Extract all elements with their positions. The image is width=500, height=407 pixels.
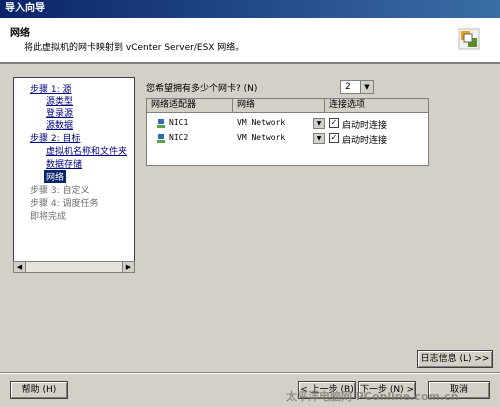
nic-count-value: 2 <box>345 82 351 92</box>
row2-adapter: NIC2 <box>169 133 189 142</box>
nav-source-data[interactable]: 源数据 <box>46 118 73 131</box>
footer-divider-highlight <box>0 373 500 374</box>
network-adapter-icon <box>157 134 165 143</box>
nav-step-3-customize: 步骤 3: 自定义 <box>30 186 90 196</box>
row2-network[interactable]: VM Network <box>237 133 285 142</box>
page-description: 将此虚拟机的网卡映射到 vCenter Server/ESX 网络。 <box>24 43 245 53</box>
column-header-connect-options[interactable]: 连接选项 <box>325 99 428 113</box>
row2-network-dropdown-icon[interactable]: ▼ <box>313 133 325 144</box>
network-adapter-icon <box>157 119 165 128</box>
window-title-bar: 导入向导 <box>0 0 500 18</box>
watermark: 太平洋电脑网 PConline.com.cn <box>286 390 459 403</box>
network-mapping-table: 网络适配器 网络 连接选项 NIC1 VM Network ▼ ✓ 启动时连接 … <box>146 98 429 166</box>
nav-vm-name-folder[interactable]: 虚拟机名称和文件夹 <box>46 144 127 157</box>
nav-ready-to-complete: 即将完成 <box>30 212 67 222</box>
nav-step-4-schedule: 步骤 4: 调度任务 <box>30 199 99 209</box>
row2-connect-label: 启动时连接 <box>342 136 388 146</box>
nav-step-2-target[interactable]: 步骤 2: 目标 <box>30 131 80 144</box>
chevron-down-icon[interactable]: ▼ <box>360 81 373 93</box>
wizard-header: 网络 将此虚拟机的网卡映射到 vCenter Server/ESX 网络。 <box>0 18 500 63</box>
nic-count-select[interactable]: 2 ▼ <box>340 80 374 94</box>
nav-datastore[interactable]: 数据存储 <box>46 157 82 170</box>
window-title: 导入向导 <box>5 3 45 14</box>
log-info-button[interactable]: 日志信息 (L) >> <box>417 350 493 368</box>
page-title: 网络 <box>10 28 30 39</box>
row1-network[interactable]: VM Network <box>237 118 285 127</box>
scroll-right-icon[interactable]: ▶ <box>122 262 134 272</box>
row1-connect-checkbox[interactable]: ✓ <box>329 118 339 128</box>
nav-network-current[interactable]: 网络 <box>44 170 67 183</box>
row1-adapter: NIC1 <box>169 118 189 127</box>
wizard-steps-panel[interactable]: 步骤 1: 源 源类型 登录源 源数据 步骤 2: 目标 虚拟机名称和文件夹 数… <box>13 77 135 272</box>
column-header-adapter[interactable]: 网络适配器 <box>147 99 233 113</box>
vmware-logo-icon <box>458 28 480 50</box>
header-divider <box>0 63 500 64</box>
scroll-left-icon[interactable]: ◀ <box>14 262 26 272</box>
help-button[interactable]: 帮助 (H) <box>10 381 68 399</box>
nav-horizontal-scrollbar[interactable]: ◀ ▶ <box>13 261 135 273</box>
row2-connect-checkbox[interactable]: ✓ <box>329 133 339 143</box>
nic-count-label: 您希望拥有多少个网卡? (N) <box>146 84 258 94</box>
row1-connect-label: 启动时连接 <box>342 121 388 131</box>
column-header-network[interactable]: 网络 <box>233 99 325 113</box>
row1-network-dropdown-icon[interactable]: ▼ <box>313 118 325 129</box>
